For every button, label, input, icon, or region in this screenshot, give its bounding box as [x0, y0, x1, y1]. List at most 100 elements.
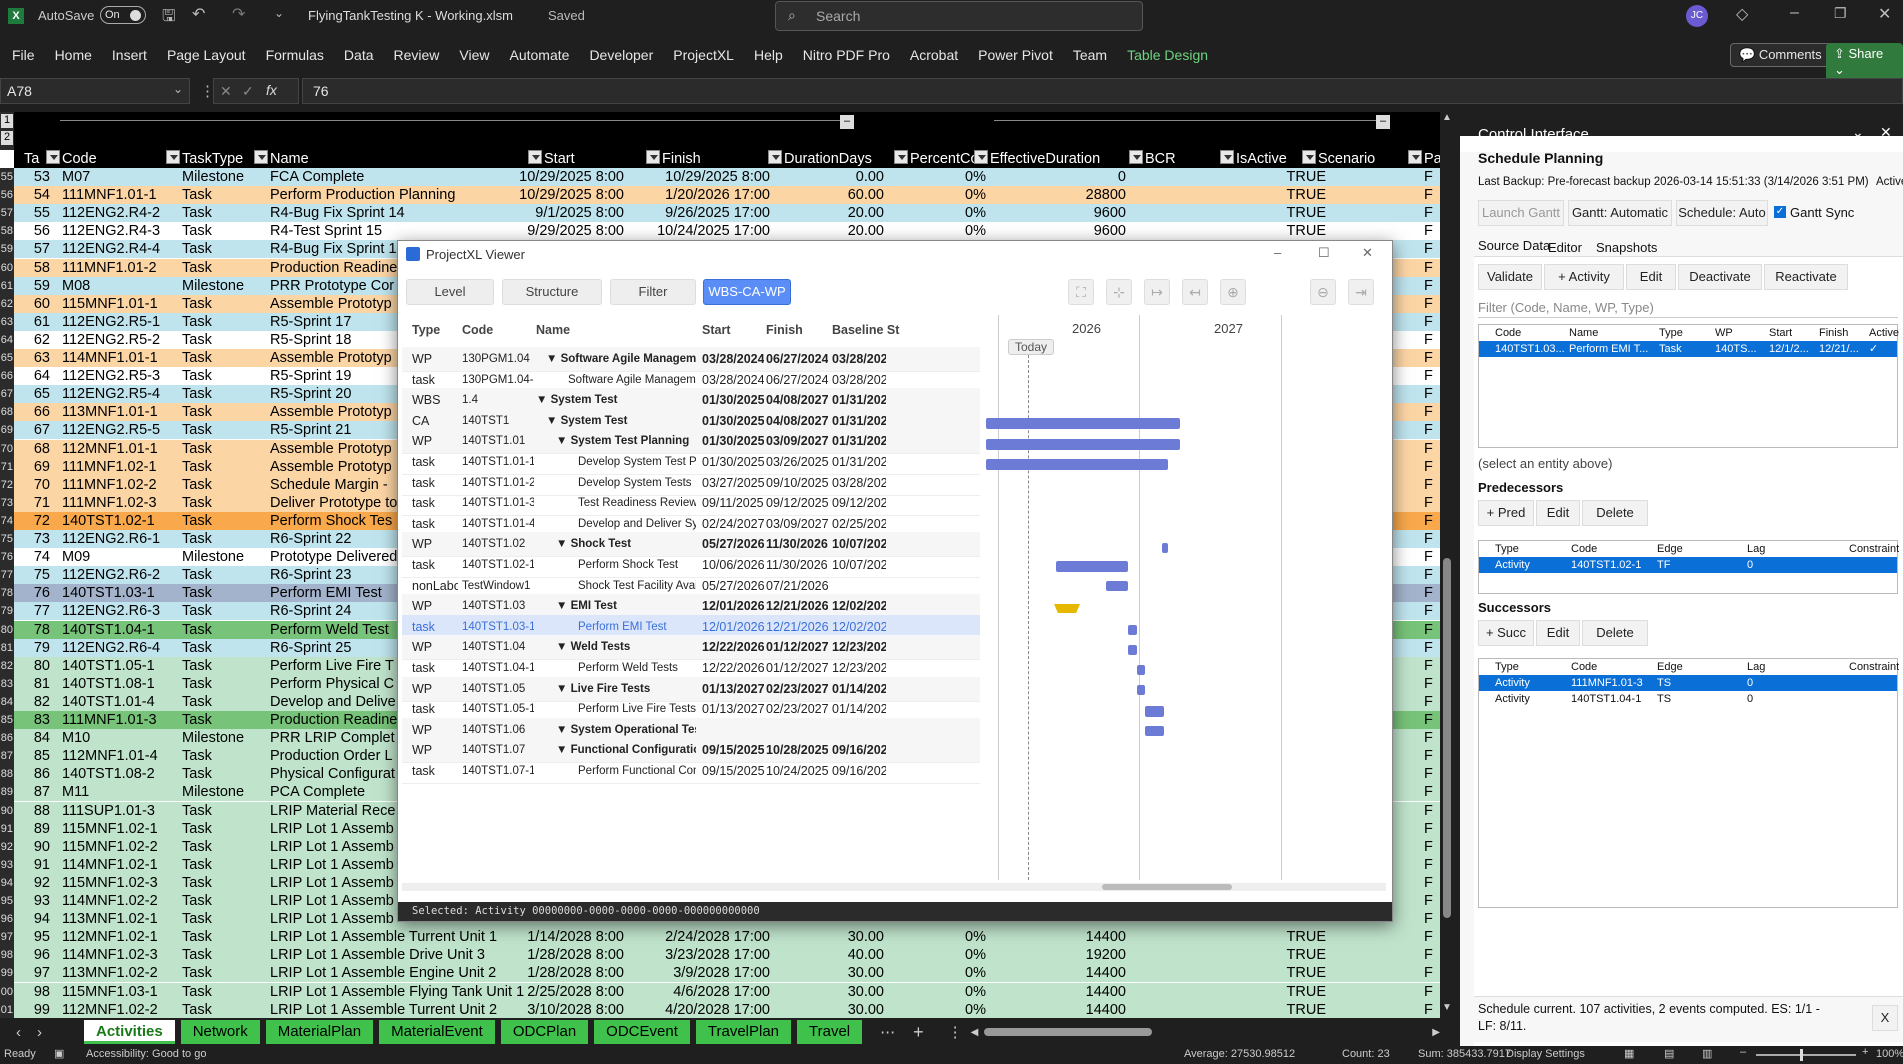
- gantt-chart[interactable]: 2026 2027 Today: [986, 315, 1386, 880]
- row-number[interactable]: 79: [0, 602, 14, 620]
- menu-acrobat[interactable]: Acrobat: [900, 47, 968, 63]
- row-number[interactable]: 77: [0, 566, 14, 584]
- filter-dropdown-icon[interactable]: [894, 150, 908, 164]
- gantt-bar[interactable]: [986, 439, 1180, 450]
- successor-list[interactable]: Type Code Edge Lag Constraint Activity 111MNF1…: [1478, 658, 1899, 908]
- scroll-right-icon[interactable]: ▶: [1432, 1027, 1440, 1038]
- hscroll-options-icon[interactable]: ⋮: [948, 1023, 963, 1041]
- gantt-bar[interactable]: [1162, 543, 1168, 553]
- predecessor-list[interactable]: Type Code Edge Lag Constraint Activity 140TST1…: [1478, 540, 1899, 594]
- filter-dropdown-icon[interactable]: [528, 150, 542, 164]
- undo-icon[interactable]: ↶: [192, 4, 205, 24]
- display-settings[interactable]: Display Settings: [1506, 1048, 1585, 1060]
- zoom-level[interactable]: 100%: [1876, 1048, 1903, 1060]
- row-number[interactable]: 60: [0, 259, 14, 277]
- list-row[interactable]: Activity 140TST1.04-1 TS 0: [1479, 691, 1897, 707]
- sheet-tab-odcevent[interactable]: ODCEvent: [594, 1020, 690, 1044]
- list-row[interactable]: Activity 140TST1.02-1 TF 0: [1479, 557, 1897, 573]
- gantt-sync-checkbox[interactable]: ✓: [1774, 206, 1786, 218]
- row-number[interactable]: 87: [0, 747, 14, 765]
- sheet-tab-materialevent[interactable]: MaterialEvent: [379, 1020, 495, 1044]
- menu-table-design[interactable]: Table Design: [1117, 47, 1218, 63]
- delete-pred-button[interactable]: Delete: [1582, 500, 1648, 526]
- macro-record-icon[interactable]: ▣: [54, 1047, 64, 1060]
- table-row[interactable]: 55 112ENG2.R4-2 Task R4-Bug Fix Sprint 14 9/…: [0, 204, 1440, 223]
- viewer-col-header[interactable]: Finish: [766, 315, 803, 345]
- prev-sheet-icon[interactable]: ‹: [16, 1024, 21, 1041]
- filter-dropdown-icon[interactable]: [1220, 150, 1234, 164]
- add-activity-button[interactable]: + Activity: [1544, 264, 1624, 290]
- gantt-bar[interactable]: [1056, 561, 1128, 572]
- viewer-col-header[interactable]: Code: [462, 315, 493, 345]
- add-succ-button[interactable]: + Succ: [1478, 620, 1534, 646]
- row-number[interactable]: 75: [0, 530, 14, 548]
- gantt-bar[interactable]: [1106, 581, 1128, 591]
- row-number[interactable]: 71: [0, 458, 14, 476]
- row-number[interactable]: 62: [0, 295, 14, 313]
- fit-icon[interactable]: ⊹: [1106, 279, 1132, 305]
- table-row[interactable]: 54 111MNF1.01-1 Task Perform Production Pla…: [0, 186, 1440, 205]
- outline-level-1[interactable]: 1: [1, 114, 13, 128]
- menu-home[interactable]: Home: [45, 47, 102, 63]
- filter-dropdown-icon[interactable]: [1129, 150, 1143, 164]
- row-number[interactable]: 56: [0, 186, 14, 204]
- restore-icon[interactable]: ❐: [1834, 5, 1847, 22]
- viewer-col-header[interactable]: Name: [536, 315, 570, 345]
- export-icon[interactable]: ⇥: [1348, 279, 1374, 305]
- row-number[interactable]: 82: [0, 657, 14, 675]
- gantt-bar[interactable]: [1128, 645, 1137, 655]
- viewer-tab-filter[interactable]: Filter: [610, 279, 696, 305]
- viewer-hscrollbar[interactable]: [402, 883, 1386, 891]
- pane-close-icon[interactable]: ✕: [1880, 124, 1892, 141]
- viewer-tab-structure[interactable]: Structure: [502, 279, 602, 305]
- row-number[interactable]: 81: [0, 639, 14, 657]
- close-window-icon[interactable]: ✕: [1878, 4, 1891, 24]
- insert-function-icon[interactable]: fx: [266, 82, 277, 98]
- filter-dropdown-icon[interactable]: [646, 150, 660, 164]
- row-number[interactable]: 59: [0, 240, 14, 258]
- sheet-tab-travelplan[interactable]: TravelPlan: [695, 1020, 792, 1044]
- row-number[interactable]: 78: [0, 584, 14, 602]
- scroll-thumb[interactable]: [1443, 558, 1451, 918]
- diamond-icon[interactable]: ◇: [1736, 4, 1748, 24]
- row-number[interactable]: 89: [0, 783, 14, 801]
- row-number[interactable]: 90: [0, 802, 14, 820]
- edit-succ-button[interactable]: Edit: [1536, 620, 1580, 646]
- gantt-bar[interactable]: [1145, 706, 1164, 717]
- row-number[interactable]: 91: [0, 820, 14, 838]
- viewer-maximize-icon[interactable]: ☐: [1318, 245, 1330, 261]
- sheet-tab-network[interactable]: Network: [180, 1020, 260, 1044]
- table-row[interactable]: 56 112ENG2.R4-3 Task R4-Test Sprint 15 9/29/…: [0, 222, 1440, 241]
- viewer-col-header[interactable]: Start: [702, 315, 730, 345]
- filter-dropdown-icon[interactable]: [974, 150, 988, 164]
- sheet-tab-travel[interactable]: Travel: [797, 1020, 863, 1044]
- row-number[interactable]: 94: [0, 874, 14, 892]
- comments-button[interactable]: 💬 Comments: [1730, 43, 1831, 67]
- autosave-toggle[interactable]: On: [100, 6, 146, 24]
- user-avatar[interactable]: JC: [1686, 5, 1708, 27]
- row-number[interactable]: 58: [0, 222, 14, 240]
- scroll-to-end-icon[interactable]: ↦: [1144, 279, 1170, 305]
- gantt-automatic-button[interactable]: Gantt: Automatic: [1568, 200, 1672, 226]
- gantt-bar[interactable]: [1137, 685, 1145, 695]
- menu-nitro-pdf-pro[interactable]: Nitro PDF Pro: [793, 47, 900, 63]
- outline-collapse-button[interactable]: –: [840, 115, 854, 129]
- row-number[interactable]: 65: [0, 349, 14, 367]
- scroll-down-icon[interactable]: ▼: [1442, 1002, 1452, 1013]
- viewer-hscroll-thumb[interactable]: [1102, 884, 1232, 890]
- tab-source-data[interactable]: Source Data: [1478, 238, 1550, 253]
- table-row[interactable]: 95 112MNF1.02-1 Task LRIP Lot 1 Assemble Tu…: [0, 928, 1440, 947]
- outline-level-2[interactable]: 2: [1, 131, 13, 145]
- scroll-to-start-icon[interactable]: ↤: [1182, 279, 1208, 305]
- accessibility-status[interactable]: Accessibility: Good to go: [86, 1048, 206, 1060]
- row-number[interactable]: 73: [0, 494, 14, 512]
- table-row[interactable]: 97 113MNF1.02-2 Task LRIP Lot 1 Assemble En…: [0, 964, 1440, 983]
- fullscreen-icon[interactable]: ⛶: [1068, 279, 1094, 305]
- row-number[interactable]: 63: [0, 313, 14, 331]
- vertical-scrollbar[interactable]: ▲ ▼: [1440, 112, 1454, 1018]
- next-sheet-icon[interactable]: ›: [37, 1024, 42, 1041]
- filter-dropdown-icon[interactable]: [1408, 150, 1422, 164]
- menu-data[interactable]: Data: [334, 47, 384, 63]
- row-number[interactable]: 01: [0, 1001, 14, 1018]
- add-pred-button[interactable]: + Pred: [1478, 500, 1534, 526]
